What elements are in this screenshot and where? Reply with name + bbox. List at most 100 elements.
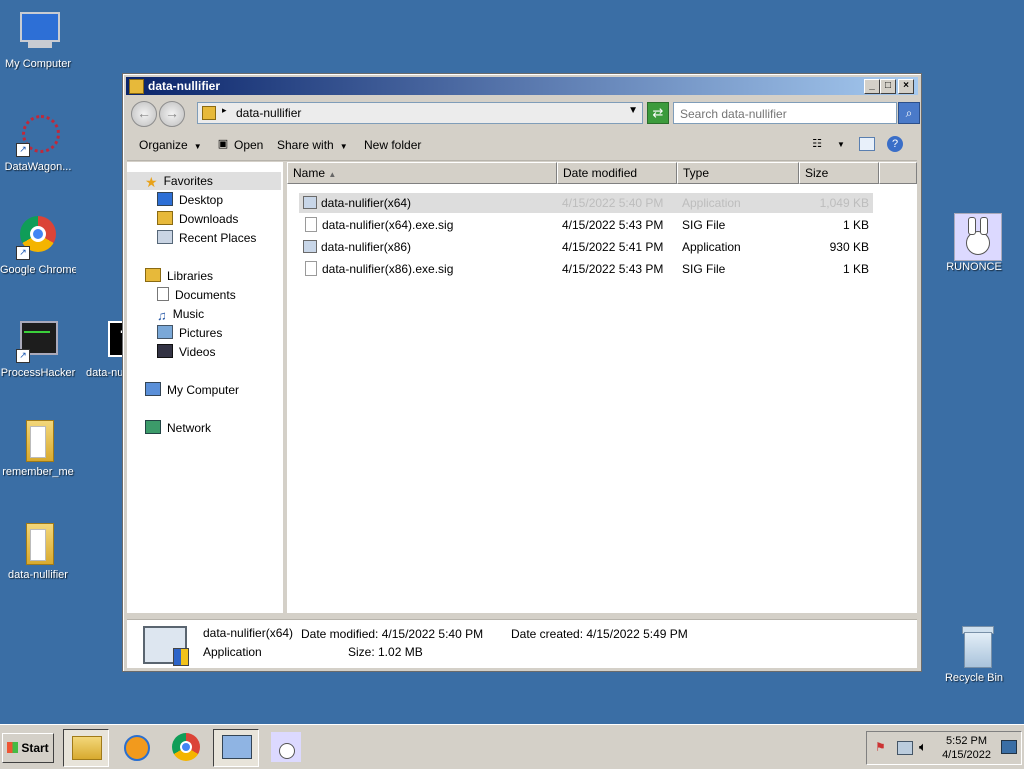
table-row[interactable]: data-nulifier(x64) 4/15/2022 5:40 PM App… [299, 193, 873, 213]
file-date: 4/15/2022 5:43 PM [562, 218, 664, 232]
open-button[interactable]: Open [234, 138, 263, 152]
nav-favorites[interactable]: ★ Favorites [127, 172, 281, 190]
new-folder-button[interactable]: New folder [364, 138, 421, 152]
table-row[interactable]: data-nulifier(x86) 4/15/2022 5:41 PM App… [299, 237, 873, 257]
start-button[interactable]: Start [2, 733, 54, 763]
taskbar-media-player[interactable] [114, 729, 158, 765]
computer-icon [16, 10, 60, 54]
column-header-blank [879, 162, 917, 184]
refresh-button[interactable]: ⇄ [647, 102, 669, 124]
file-type: SIG File [682, 262, 726, 276]
desktop-icon-my-computer[interactable]: My Computer [0, 10, 76, 70]
chevron-down-icon[interactable]: ▼ [833, 140, 849, 154]
nav-libraries[interactable]: Libraries [145, 267, 213, 285]
network-tray-icon[interactable] [897, 741, 913, 755]
application-large-icon [143, 626, 189, 666]
computer-icon [145, 382, 161, 396]
column-header-date-modified[interactable]: Date modified [557, 162, 677, 184]
chrome-center-icon [180, 741, 192, 753]
details-date-created: Date created: 4/15/2022 5:49 PM [511, 627, 688, 641]
nav-documents[interactable]: Documents [157, 286, 236, 304]
column-label: Type [683, 166, 710, 180]
taskbar-runonce[interactable] [265, 729, 309, 765]
nav-videos[interactable]: Videos [157, 343, 215, 361]
column-header-name[interactable]: Name ▲ [287, 162, 557, 184]
desktop-icon [157, 192, 173, 206]
file-size: 930 KB [829, 240, 869, 254]
desktop-icon-recycle-bin[interactable]: Recycle Bin [936, 624, 1012, 684]
minimize-button[interactable]: _ [864, 79, 880, 94]
taskbar-control-panel[interactable] [213, 729, 259, 767]
chevron-down-icon: ▼ [193, 142, 202, 151]
search-box[interactable] [673, 102, 897, 124]
details-date-modified: Date modified: 4/15/2022 5:40 PM [301, 627, 484, 641]
view-options-icon[interactable]: ☷ [809, 137, 825, 151]
table-row[interactable]: data-nulifier(x86).exe.sig 4/15/2022 5:4… [299, 259, 873, 279]
nav-network[interactable]: Network [145, 419, 211, 437]
desktop-icon-data-nullifier[interactable]: data-nullifier [0, 521, 76, 581]
shortcut-arrow-icon: ↗ [16, 246, 30, 260]
search-input[interactable] [678, 105, 892, 123]
taskbar-chrome[interactable] [164, 729, 208, 765]
media-player-icon [124, 735, 150, 761]
close-button[interactable]: × [898, 79, 914, 94]
folder-icon [72, 736, 102, 760]
downloads-folder-icon [157, 211, 173, 225]
address-dropdown-icon[interactable]: ▼ [628, 105, 638, 116]
breadcrumb-arrow-icon[interactable]: ▸ [222, 105, 227, 116]
column-header-type[interactable]: Type [677, 162, 799, 184]
nav-recent-places[interactable]: Recent Places [157, 229, 256, 247]
command-bar: Organize ▼ ▣ Open Share with ▼ New folder … [127, 132, 917, 161]
desktop-icon-processhacker[interactable]: ↗ ProcessHacker [0, 319, 76, 379]
address-bar[interactable]: ▸ data-nullifier ▼ [197, 102, 643, 124]
desktop-icon-label: Google Chrome [0, 264, 76, 276]
desktop-icon-label: remember_me [2, 466, 74, 478]
column-header-size[interactable]: Size [799, 162, 879, 184]
desktop-icon-datawagon[interactable]: ↗ DataWagon... [0, 113, 76, 173]
forward-button[interactable]: → [159, 101, 185, 127]
nav-my-computer[interactable]: My Computer [145, 381, 239, 399]
chrome-icon: ↗ [16, 216, 60, 260]
back-button[interactable]: ← [131, 101, 157, 127]
file-name: data-nulifier(x86).exe.sig [322, 262, 454, 276]
nav-desktop[interactable]: Desktop [157, 191, 223, 209]
navigation-pane: ★ Favorites Desktop Downloads Recent Plac… [127, 162, 286, 613]
share-with-button[interactable]: Share with ▼ [277, 138, 348, 152]
desktop-icon-google-chrome[interactable]: ↗ Google Chrome [0, 216, 76, 276]
show-desktop-icon[interactable] [1001, 740, 1017, 754]
desktop-icon-label: ProcessHacker [0, 367, 76, 379]
table-row[interactable]: data-nulifier(x64).exe.sig 4/15/2022 5:4… [299, 215, 873, 235]
action-center-flag-icon[interactable]: ⚑ [875, 741, 887, 753]
desktop-icon-label: DataWagon... [4, 161, 72, 173]
details-pane: data-nulifier(x64) Application Date modi… [127, 619, 917, 668]
application-icon [303, 196, 317, 209]
volume-icon[interactable]: 🔈︎ [919, 739, 927, 755]
nav-downloads[interactable]: Downloads [157, 210, 238, 228]
window-title: data-nullifier [148, 79, 221, 93]
column-label: Size [805, 166, 829, 180]
file-name: data-nulifier(x64).exe.sig [322, 218, 454, 232]
rabbit-face-icon [279, 743, 295, 759]
music-icon: ♫ [157, 308, 167, 323]
network-icon [145, 420, 161, 434]
nav-label: Favorites [163, 174, 213, 188]
clock[interactable]: 5:52 PM 4/15/2022 [942, 734, 991, 762]
search-icon[interactable]: ⌕ [898, 102, 920, 124]
nav-pictures[interactable]: Pictures [157, 324, 222, 342]
address-path[interactable]: data-nullifier [236, 106, 301, 120]
desktop-icon-runonce[interactable]: RUNONCE [936, 213, 1012, 273]
desktop-icon-remember-me[interactable]: remember_me [0, 418, 76, 478]
nav-label: Downloads [179, 212, 239, 226]
maximize-button[interactable]: □ [880, 79, 896, 94]
nav-music[interactable]: ♫ Music [157, 305, 204, 323]
shield-icon [173, 648, 189, 666]
preview-pane-icon[interactable] [859, 137, 875, 151]
taskbar-explorer[interactable] [63, 729, 109, 767]
organize-button[interactable]: Organize ▼ [139, 138, 202, 152]
file-date: 4/15/2022 5:43 PM [562, 262, 664, 276]
help-icon[interactable]: ? [887, 136, 903, 152]
file-size: 1,049 KB [819, 196, 869, 210]
title-bar[interactable]: data-nullifier _ □ × [126, 77, 918, 95]
clock-date: 4/15/2022 [942, 749, 991, 761]
recent-places-icon [157, 230, 173, 244]
